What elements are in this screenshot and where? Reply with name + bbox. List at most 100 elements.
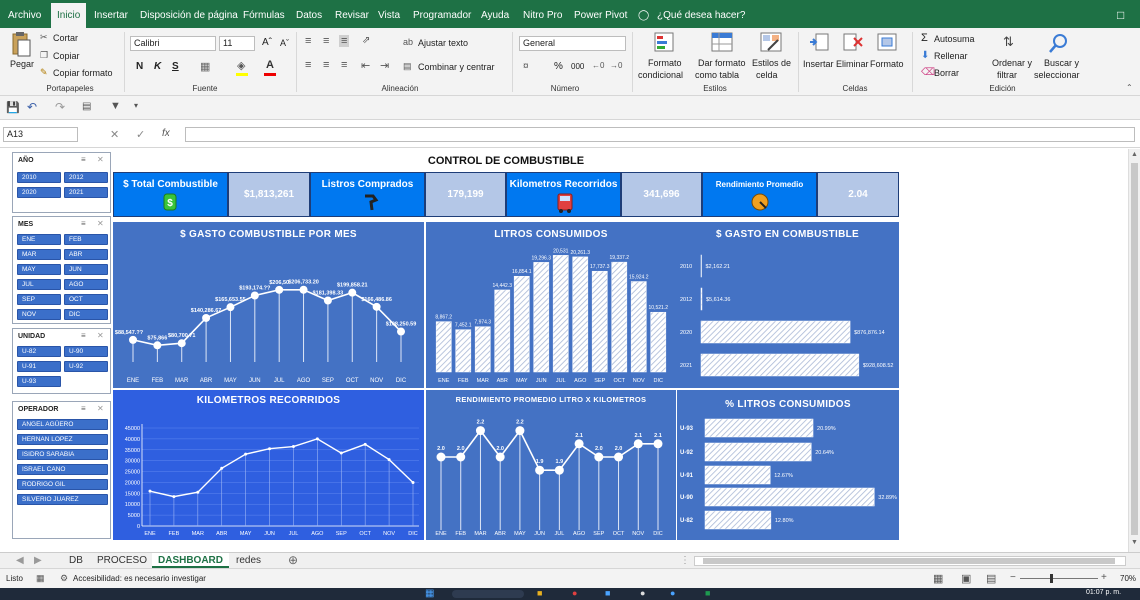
vertical-scrollbar[interactable]: ▲ ▼ [1128,149,1140,552]
accessibility-icon[interactable]: ⚙ [60,573,68,584]
insert-cells-icon[interactable] [808,32,830,52]
menu-nitro[interactable]: Nitro Pro [523,0,562,28]
multiselect-icon[interactable]: ≡ [81,155,86,164]
slicer-item[interactable]: MAR [17,249,61,260]
insert-button[interactable]: Insertar [803,59,834,69]
slicer-item[interactable]: U-93 [17,376,61,387]
tell-me-search[interactable]: ¿Qué desea hacer? [657,0,745,28]
menu-insertar[interactable]: Insertar [94,0,128,28]
align-center-icon[interactable]: ≡ [323,59,329,71]
delete-button[interactable]: Eliminar [836,59,869,69]
enter-icon[interactable]: ✓ [136,128,145,141]
find-select-icon[interactable] [1048,32,1070,54]
tabs-options-icon[interactable]: ⋮ [680,553,690,568]
zoom-slider-thumb[interactable] [1050,574,1053,583]
number-format-select[interactable]: General [519,36,626,51]
windows-start-icon[interactable]: ▦ [425,588,434,599]
formula-input[interactable] [185,127,1135,142]
slicer-item[interactable]: MAY [17,264,61,275]
format-painter-button[interactable]: Copiar formato [53,68,113,78]
font-name-select[interactable]: Calibri [130,36,216,51]
cell-styles-icon[interactable] [760,32,782,52]
menu-datos[interactable]: Datos [296,0,322,28]
increase-decimal-icon[interactable]: ←0 [592,61,604,70]
taskbar-search[interactable] [452,590,524,598]
zoom-level[interactable]: 70% [1120,574,1136,583]
menu-formulas[interactable]: Fórmulas [243,0,285,28]
align-middle-icon[interactable]: ≡ [323,35,329,47]
conditional-format-label-1[interactable]: Formato [648,58,682,68]
italic-button[interactable]: K [154,61,161,72]
slicer-item[interactable]: JUL [17,279,61,290]
slicer-item[interactable]: OCT [64,294,108,305]
horizontal-scrollbar[interactable] [694,556,1126,566]
increase-indent-icon[interactable]: ⇥ [380,59,389,72]
insert-function-button[interactable]: fx [162,128,170,139]
slicer-item[interactable]: ISIDRO SARABIA [17,449,108,460]
sort-filter-label-2[interactable]: filtrar [997,70,1017,80]
menu-vista[interactable]: Vista [378,0,400,28]
delete-cells-icon[interactable] [842,32,864,52]
add-sheet-icon[interactable]: ⊕ [288,553,298,568]
cell-styles-label-1[interactable]: Estilos de [752,58,791,68]
save-icon[interactable]: 💾 [6,101,20,114]
decrease-indent-icon[interactable]: ⇤ [361,59,370,72]
tab-dashboard[interactable]: DASHBOARD [152,553,229,568]
slicer-item[interactable]: DIC [64,309,108,320]
orientation-icon[interactable]: ⇗ [362,35,370,46]
menu-inicio[interactable]: Inicio [51,3,87,28]
menu-programador[interactable]: Programador [413,0,471,28]
multiselect-icon[interactable]: ≡ [81,219,86,228]
fill-color-icon[interactable]: ◈ [237,59,245,72]
slicer-item[interactable]: ENE [17,234,61,245]
clear-filter-icon[interactable]: ✕ [97,155,104,164]
slicer-item[interactable]: SILVERIO JUAREZ [17,494,108,505]
slicer-item[interactable]: U-91 [17,361,61,372]
slicer-item[interactable]: HERNAN LOPEZ [17,434,108,445]
clear-filter-icon[interactable]: ✕ [97,331,104,340]
clear-button[interactable]: Borrar [934,68,959,78]
scroll-up-icon[interactable]: ▲ [1131,151,1138,158]
menu-powerpivot[interactable]: Power Pivot [574,0,627,28]
align-bottom-icon[interactable]: ≡ [339,35,350,47]
currency-icon[interactable]: ¤ [523,61,529,72]
sort-filter-icon[interactable]: ⇅ [1003,34,1014,50]
font-color-icon[interactable]: A [266,59,274,71]
shrink-font-icon[interactable]: Aˇ [280,38,289,48]
slicer-item[interactable]: 2020 [17,187,61,198]
cell-styles-label-2[interactable]: celda [756,70,778,80]
slicer-item[interactable]: RODRIGO GIL [17,479,108,490]
conditional-format-icon[interactable] [654,32,674,52]
slicer-item[interactable]: FEB [64,234,108,245]
paste-icon[interactable] [10,32,32,58]
slicer-item[interactable]: ISRAEL CANO [17,464,108,475]
scroll-thumb[interactable] [1131,163,1138,535]
format-cells-icon[interactable] [876,32,898,52]
share-icon[interactable]: □ [1117,0,1124,28]
font-size-select[interactable]: 11 [219,36,255,51]
macro-icon[interactable]: ▦ [36,573,45,584]
name-box[interactable]: A13 [3,127,78,142]
paste-button[interactable]: Pegar [10,59,34,69]
menu-disposicion[interactable]: Disposición de página [140,0,238,28]
page-break-icon[interactable]: ▤ [986,572,996,585]
scroll-down-icon[interactable]: ▼ [1131,539,1138,546]
redo-icon[interactable]: ↷ [55,100,65,114]
table-format-icon[interactable] [711,32,733,52]
clear-filter-icon[interactable]: ✕ [97,404,104,413]
conditional-format-label-2[interactable]: condicional [638,70,683,80]
app-icon[interactable]: ● [670,588,675,598]
slicer-item[interactable]: ABR [64,249,108,260]
mail-icon[interactable]: ■ [605,588,610,598]
align-right-icon[interactable]: ≡ [341,59,347,71]
tab-proceso[interactable]: PROCESO [97,553,147,568]
zoom-slider[interactable] [1020,578,1098,579]
slicer-item[interactable]: U-90 [64,346,108,357]
table-format-label-2[interactable]: como tabla [695,70,739,80]
zoom-in-icon[interactable]: + [1101,572,1107,583]
app-icon[interactable]: ● [640,588,645,598]
clear-filter-icon[interactable]: ✕ [97,219,104,228]
tab-db[interactable]: DB [69,553,83,568]
zoom-out-icon[interactable]: − [1010,572,1016,583]
cut-button[interactable]: Cortar [53,33,78,43]
